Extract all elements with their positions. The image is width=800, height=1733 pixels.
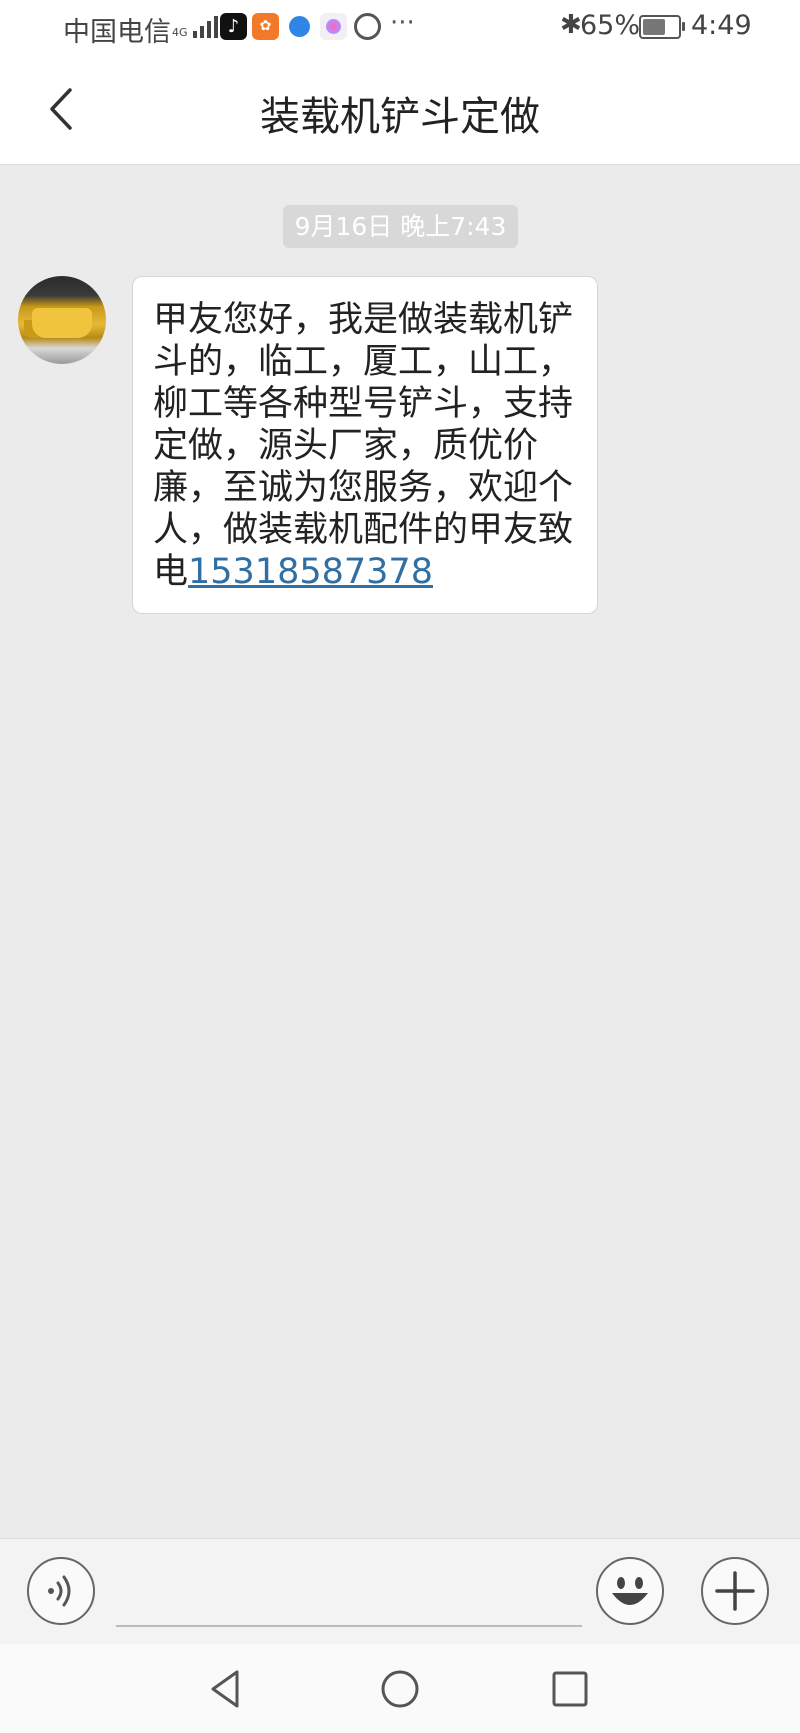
voice-button[interactable] xyxy=(27,1557,95,1625)
message-bubble[interactable]: 甲友您好，我是做装载机铲斗的，临工，厦工，山工，柳工等各种型号铲斗，支持定做，源… xyxy=(132,276,598,614)
recent-square-icon xyxy=(552,1671,588,1707)
system-nav-bar xyxy=(0,1644,800,1733)
emoji-icon xyxy=(612,1577,648,1605)
nav-home-button[interactable] xyxy=(375,1664,425,1714)
battery-icon xyxy=(639,15,685,39)
uc-browser-icon: ✿ xyxy=(252,13,279,40)
battery-percentage: 65% xyxy=(580,10,641,41)
bluetooth-icon: ✱ xyxy=(560,10,582,40)
page-title: 装载机铲斗定做 xyxy=(260,94,540,140)
message-input[interactable] xyxy=(116,1563,582,1627)
sender-avatar[interactable] xyxy=(18,276,106,364)
voice-icon xyxy=(48,1575,71,1607)
network-type: 4G xyxy=(172,26,188,39)
clock: 4:49 xyxy=(691,10,752,41)
message-text: 甲友您好，我是做装载机铲斗的，临工，厦工，山工，柳工等各种型号铲斗，支持定做，源… xyxy=(153,300,574,592)
conversation-header: 装载机铲斗定做 xyxy=(0,54,800,165)
home-circle-icon xyxy=(381,1670,419,1708)
plus-icon xyxy=(715,1571,755,1611)
gallery-icon xyxy=(320,13,347,40)
tiktok-icon: ♪ xyxy=(220,13,247,40)
status-bar: 中国电信 4G ♪ ✿ ··· ✱ 65% 4:49 xyxy=(0,0,800,54)
more-options-button[interactable] xyxy=(701,1557,769,1625)
nav-back-button[interactable] xyxy=(203,1664,253,1714)
hand-icon xyxy=(354,13,381,40)
emoji-button[interactable] xyxy=(596,1557,664,1625)
nav-recent-button[interactable] xyxy=(545,1664,595,1714)
more-notifications-icon: ··· xyxy=(390,8,415,38)
browser-icon xyxy=(286,13,313,40)
signal-icon: 4G xyxy=(172,12,218,38)
carrier-name: 中国电信 xyxy=(63,17,171,48)
message-input-bar xyxy=(0,1538,800,1644)
back-triangle-icon xyxy=(211,1670,239,1708)
phone-number-link[interactable]: 15318587378 xyxy=(188,552,433,592)
message-timestamp: 9月16日 晚上7:43 xyxy=(283,205,518,248)
